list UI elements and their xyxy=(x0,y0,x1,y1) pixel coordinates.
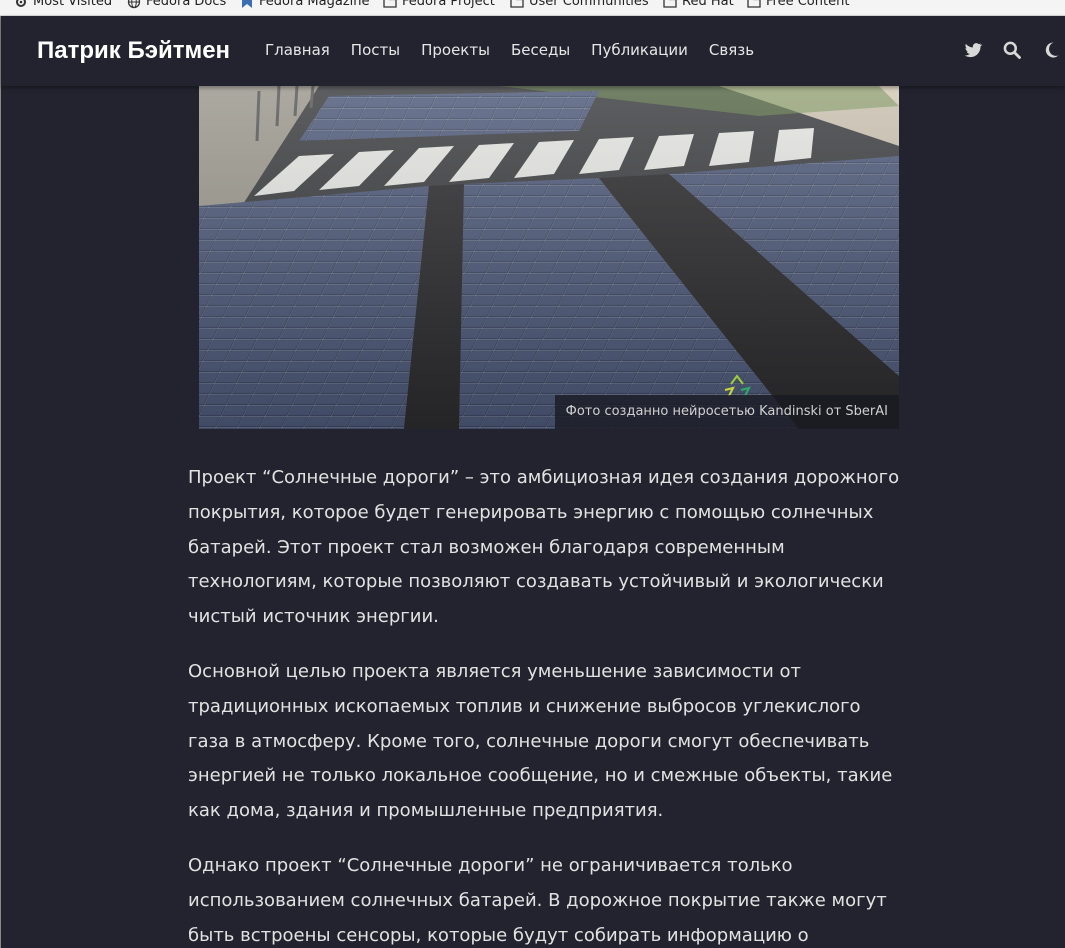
nav-publications[interactable]: Публикации xyxy=(591,41,688,59)
bookmark-label: Fedora Magazine xyxy=(259,0,370,9)
folder-icon xyxy=(663,0,677,8)
main-nav: Главная Посты Проекты Беседы Публикации … xyxy=(265,41,754,59)
bookmark-label: Red Hat xyxy=(682,0,734,9)
bookmark-red-hat[interactable]: Red Hat xyxy=(663,0,734,9)
gear-icon xyxy=(16,0,26,7)
nav-home[interactable]: Главная xyxy=(265,41,330,59)
twitter-icon[interactable] xyxy=(963,40,983,60)
nav-contact[interactable]: Связь xyxy=(709,41,754,59)
article-paragraph: Проект “Солнечные дороги” – это амбициоз… xyxy=(188,467,900,628)
bookmark-user-communities[interactable]: User Communities xyxy=(510,0,649,9)
bookmark-label: Fedora Docs xyxy=(146,0,227,9)
bookmark-fedora-project[interactable]: Fedora Project xyxy=(383,0,495,9)
image-caption: Фото созданно нейросетью Kandinski от Sb… xyxy=(554,395,899,429)
globe-icon xyxy=(127,0,141,8)
fedora-bookmark-icon xyxy=(242,0,252,8)
bookmark-label: Most Visited xyxy=(33,0,113,9)
bookmark-free-content[interactable]: Free Content xyxy=(747,0,849,9)
bookmark-most-visited[interactable]: Most Visited xyxy=(14,0,112,9)
bookmark-label: Fedora Project xyxy=(402,0,495,9)
folder-icon xyxy=(747,0,761,8)
folder-icon xyxy=(510,0,524,8)
nav-talks[interactable]: Беседы xyxy=(511,41,570,59)
article-body: Проект “Солнечные дороги” – это амбициоз… xyxy=(188,461,904,948)
bookmark-fedora-magazine[interactable]: Fedora Magazine xyxy=(240,0,370,9)
hero-image: Фото созданно нейросетью Kandinski от Sb… xyxy=(199,86,899,429)
moon-icon[interactable] xyxy=(1041,40,1061,60)
nav-projects[interactable]: Проекты xyxy=(421,41,490,59)
folder-icon xyxy=(383,0,397,8)
site-header: Патрик Бэйтмен Главная Посты Проекты Бес… xyxy=(1,16,1065,86)
window-edge xyxy=(0,16,1,948)
bookmark-label: User Communities xyxy=(529,0,649,9)
solar-road-illustration xyxy=(199,86,899,429)
bookmarks-bar: Most Visited Fedora Docs Fedora Magazine… xyxy=(0,0,1065,16)
nav-posts[interactable]: Посты xyxy=(351,41,400,59)
bookmark-label: Free Content xyxy=(766,0,850,9)
bookmark-fedora-docs[interactable]: Fedora Docs xyxy=(127,0,226,9)
search-icon[interactable] xyxy=(1002,40,1022,60)
site-title[interactable]: Патрик Бэйтмен xyxy=(37,37,230,65)
article-paragraph: Основной целью проекта является уменьшен… xyxy=(188,660,893,822)
article-paragraph: Однако проект “Солнечные дороги” не огра… xyxy=(188,854,887,946)
